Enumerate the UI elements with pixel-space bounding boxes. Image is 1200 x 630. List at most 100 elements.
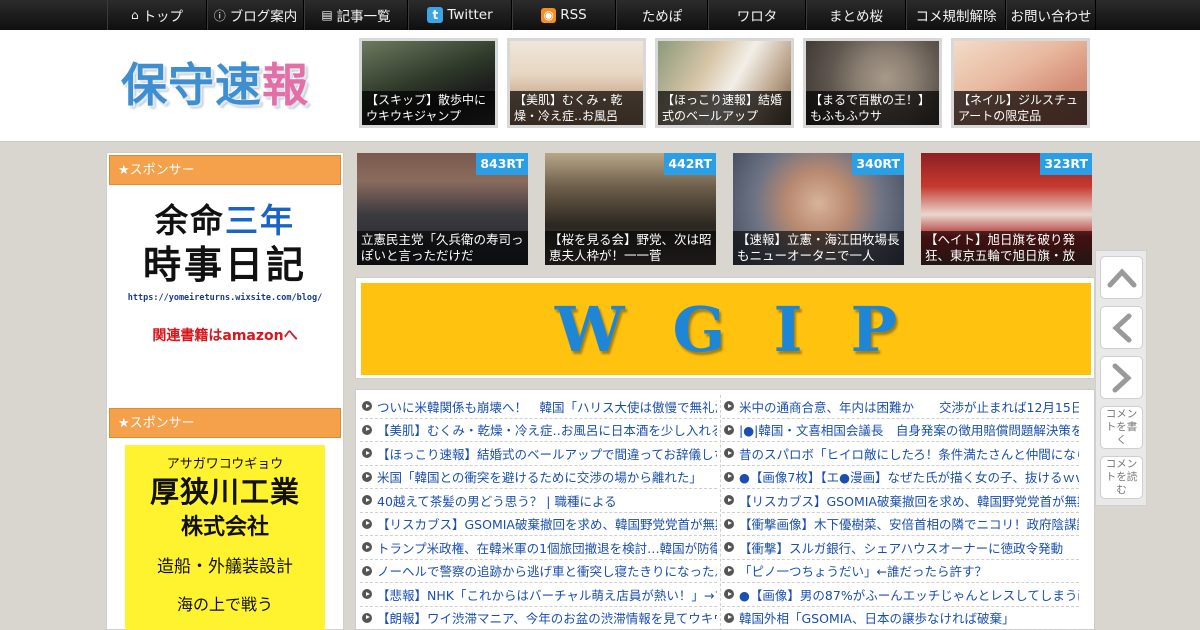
article-title: 【朗報】ワイ渋滞マニア、今年のお盆の渋滞情報を見てウキウ <box>377 611 717 627</box>
article-link[interactable]: 韓国外相「GSOMIA、日本の譲歩なければ破棄」 <box>722 607 1079 630</box>
article-link[interactable]: 米国「韓国との衝突を避けるために交渉の場から離れた」 <box>360 466 717 489</box>
thumb-caption: 【まるで百獣の王！】もふもふウサ <box>806 91 939 125</box>
article-link[interactable]: 【美肌】むくみ・乾燥・冷え症‥お風呂に日本酒を少し入れる <box>360 419 717 442</box>
ad-yomei-sannen[interactable]: 余命三年 時事日記 https://yomeireturns.wixsite.c… <box>125 201 325 345</box>
nav-item-9[interactable]: お問い合わせ <box>1006 0 1096 30</box>
article-link[interactable]: 【リスカブス】GSOMIA破棄撤回を求め、韓国野党党首が無期 <box>360 513 717 536</box>
site-logo[interactable]: 保守速報 <box>121 52 321 118</box>
header-thumb-4[interactable]: 【まるで百獣の王！】もふもふウサ <box>803 38 942 128</box>
top-nav: ⌂ トップ ⓘ ブログ案内 ▤ 記事一覧 t Twitter ◉ RSS ためぽ ワロタ まとめ桜 コメ規… <box>0 0 1200 30</box>
article-link[interactable]: 【悲報】NHK「これからはバーチャル萌え店員が熱い！」→ブ <box>360 583 717 607</box>
article-link[interactable]: 40越えて茶髪の男どう思う？ | 職種による <box>360 489 717 513</box>
article-link[interactable]: ついに米韓関係も崩壊へ！ 韓国「ハリス大使は傲慢で無礼だ <box>360 395 717 419</box>
featured-article-1[interactable]: 843RT 立憲民主党「久兵衛の寿司っぽいと言っただけだ <box>357 153 528 265</box>
article-title: 米中の通商合意、年内は困難か 交渉が止まれば12月15日の <box>739 399 1079 415</box>
list-icon: ▤ <box>321 8 333 22</box>
article-link[interactable]: |●|韓国・文喜相国会議長 自身発案の徴用賠償問題解決策を年 <box>722 419 1079 442</box>
nav-item-label: RSS <box>560 7 587 23</box>
article-title: ●【画像】男の87%がふーんエッチじゃんとレスしてしまう画像 <box>739 587 1079 603</box>
article-link[interactable]: 【リスカブス】GSOMIA破棄撤回を求め、韓国野党党首が無期 <box>722 489 1079 513</box>
scroll-top-button[interactable] <box>1100 256 1143 299</box>
thumb-caption: 【美肌】むくみ・乾燥・冷え症‥お風呂 <box>510 91 643 125</box>
ad-line1: 余命三年 <box>125 201 325 241</box>
article-link[interactable]: 「ピノ一つちょうだい」←誰だったら許す？ <box>722 560 1079 583</box>
arrow-bullet-icon <box>724 471 734 482</box>
ad-line2: 時事日記 <box>142 243 307 287</box>
arrow-bullet-icon <box>724 424 734 435</box>
featured-article-2[interactable]: 442RT 【桜を見る会】野党、次は昭恵夫人枠が！一一菅 <box>545 153 716 265</box>
nav-item-4[interactable]: ◉ RSS <box>512 0 616 30</box>
arrow-bullet-icon <box>362 495 372 506</box>
nav-item-8[interactable]: コメ規制解除 <box>906 0 1006 30</box>
rt-badge: 843RT <box>476 153 528 175</box>
home-icon: ⌂ <box>130 8 139 22</box>
floating-toolbar: コメントを書く コメントを読む <box>1095 250 1147 506</box>
logo-text-b: 報 <box>262 58 309 112</box>
article-title: 【悲報】NHK「これからはバーチャル萌え店員が熱い！」→ブ <box>377 587 717 603</box>
header-thumb-3[interactable]: 【ほっこり速報】結婚式のベールアップ <box>655 38 794 128</box>
article-link[interactable]: 昔のスパロボ「ヒイロ敵にしたろ！条件満たさんと仲間になら <box>722 442 1079 466</box>
nav-list: ⌂ トップ ⓘ ブログ案内 ▤ 記事一覧 t Twitter ◉ RSS ためぽ ワロタ まとめ桜 コメ規… <box>107 0 1096 30</box>
arrow-bullet-icon <box>724 542 734 553</box>
nav-item-6[interactable]: ワロタ <box>708 0 806 30</box>
article-link[interactable]: 【朗報】ワイ渋滞マニア、今年のお盆の渋滞情報を見てウキウ <box>360 607 717 630</box>
chevron-up-icon <box>1107 267 1136 287</box>
arrow-bullet-icon <box>724 565 734 576</box>
nav-item-1[interactable]: ⓘ ブログ案内 <box>207 0 304 30</box>
read-comment-label: コメントを読む <box>1105 458 1138 496</box>
arrow-bullet-icon <box>724 518 734 529</box>
nav-item-0[interactable]: ⌂ トップ <box>107 0 207 30</box>
article-link[interactable]: 【衝撃画像】木下優樹菜、安倍首相の隣でニコリ！政府陰謀論 <box>722 513 1079 536</box>
nav-item-5[interactable]: ためぽ <box>616 0 708 30</box>
featured-caption: 【速報】立憲・海江田牧場長もニューオータニで一人 <box>733 231 904 265</box>
ad-amazon-link[interactable]: 関連書籍はamazonへ <box>125 325 325 345</box>
article-link[interactable]: トランプ米政権、在韓米軍の1個旅団撤退を検討…韓国が防衛費 <box>360 536 717 560</box>
arrow-bullet-icon <box>362 589 372 600</box>
chevron-right-icon <box>1112 363 1132 392</box>
article-link[interactable]: ●【画像7枚】【エ●漫画】なぜた氏が描く女の子、抜けるｗｗｗ <box>722 466 1079 489</box>
arrow-bullet-icon <box>724 401 734 412</box>
featured-article-3[interactable]: 340RT 【速報】立憲・海江田牧場長もニューオータニで一人 <box>733 153 904 265</box>
header: 保守速報 【スキップ】散歩中にウキウキジャンプ 【美肌】むくみ・乾燥・冷え症‥お… <box>0 30 1200 142</box>
article-title: 【リスカブス】GSOMIA破棄撤回を求め、韓国野党党首が無期 <box>377 517 717 533</box>
nav-item-label: トップ <box>142 9 184 25</box>
thumb-caption: 【ネイル】ジルスチュアートの限定品 <box>954 91 1087 125</box>
article-title: 昔のスパロボ「ヒイロ敵にしたろ！条件満たさんと仲間になら <box>739 446 1079 462</box>
featured-caption: 立憲民主党「久兵衛の寿司っぽいと言っただけだ <box>357 231 528 265</box>
nav-item-label: 記事一覧 <box>336 9 391 25</box>
article-title: 【リスカブス】GSOMIA破棄撤回を求め、韓国野党党首が無期 <box>739 493 1079 509</box>
read-comment-button[interactable]: コメントを読む <box>1100 456 1143 499</box>
article-title: 【美肌】むくみ・乾燥・冷え症‥お風呂に日本酒を少し入れる <box>377 423 717 439</box>
column-divider <box>720 395 721 630</box>
prev-article-button[interactable] <box>1100 306 1143 349</box>
write-comment-label: コメントを書く <box>1105 408 1138 446</box>
nav-item-7[interactable]: まとめ桜 <box>806 0 906 30</box>
wgip-banner[interactable]: WGIP <box>361 283 1091 375</box>
chevron-left-icon <box>1111 313 1131 342</box>
ad-asagawa-kogyo[interactable]: アサガワコウギョウ 厚狭川工業 株式会社 造船・外艤装設計 海の上で戦う <box>125 445 325 630</box>
banner-text: WGIP <box>554 292 946 366</box>
featured-caption: 【桜を見る会】野党、次は昭恵夫人枠が！一一菅 <box>545 231 716 265</box>
write-comment-button[interactable]: コメントを書く <box>1100 406 1143 449</box>
article-title: 【衝撃画像】木下優樹菜、安倍首相の隣でニコリ！政府陰謀論 <box>739 517 1079 533</box>
next-article-button[interactable] <box>1100 356 1143 399</box>
article-link[interactable]: 米中の通商合意、年内は困難か 交渉が止まれば12月15日の <box>722 395 1079 419</box>
article-link[interactable]: 【ほっこり速報】結婚式のベールアップで間違ってお辞儀しち <box>360 442 717 466</box>
rt-badge: 340RT <box>852 153 904 175</box>
header-thumb-2[interactable]: 【美肌】むくみ・乾燥・冷え症‥お風呂 <box>507 38 646 128</box>
article-link[interactable]: ●【画像】男の87%がふーんエッチじゃんとレスしてしまう画像 <box>722 583 1079 607</box>
article-title: ついに米韓関係も崩壊へ！ 韓国「ハリス大使は傲慢で無礼だ <box>377 399 717 415</box>
sponsor-heading: ★スポンサー <box>109 408 341 438</box>
ad2-desc: 造船・外艤装設計 <box>157 557 293 577</box>
header-thumb-1[interactable]: 【スキップ】散歩中にウキウキジャンプ <box>359 38 498 128</box>
nav-item-3[interactable]: t Twitter <box>408 0 512 30</box>
arrow-bullet-icon <box>362 471 372 482</box>
article-link[interactable]: ノーヘルで警察の追跡から逃げ車と衝突し寝たきりになった息 <box>360 560 717 583</box>
article-link[interactable]: 【衝撃】スルガ銀行、シェアハウスオーナーに徳政令発動 <box>722 536 1079 560</box>
article-title: ノーヘルで警察の追跡から逃げ車と衝突し寝たきりになった息 <box>377 564 717 580</box>
sponsor-heading: ★スポンサー <box>109 155 341 185</box>
nav-item-2[interactable]: ▤ 記事一覧 <box>304 0 408 30</box>
featured-article-4[interactable]: 323RT 【ヘイト】旭日旗を破り発狂、東京五輪で旭日旗・放 <box>921 153 1092 265</box>
header-thumb-5[interactable]: 【ネイル】ジルスチュアートの限定品 <box>951 38 1090 128</box>
rss-icon: ◉ <box>541 7 557 23</box>
